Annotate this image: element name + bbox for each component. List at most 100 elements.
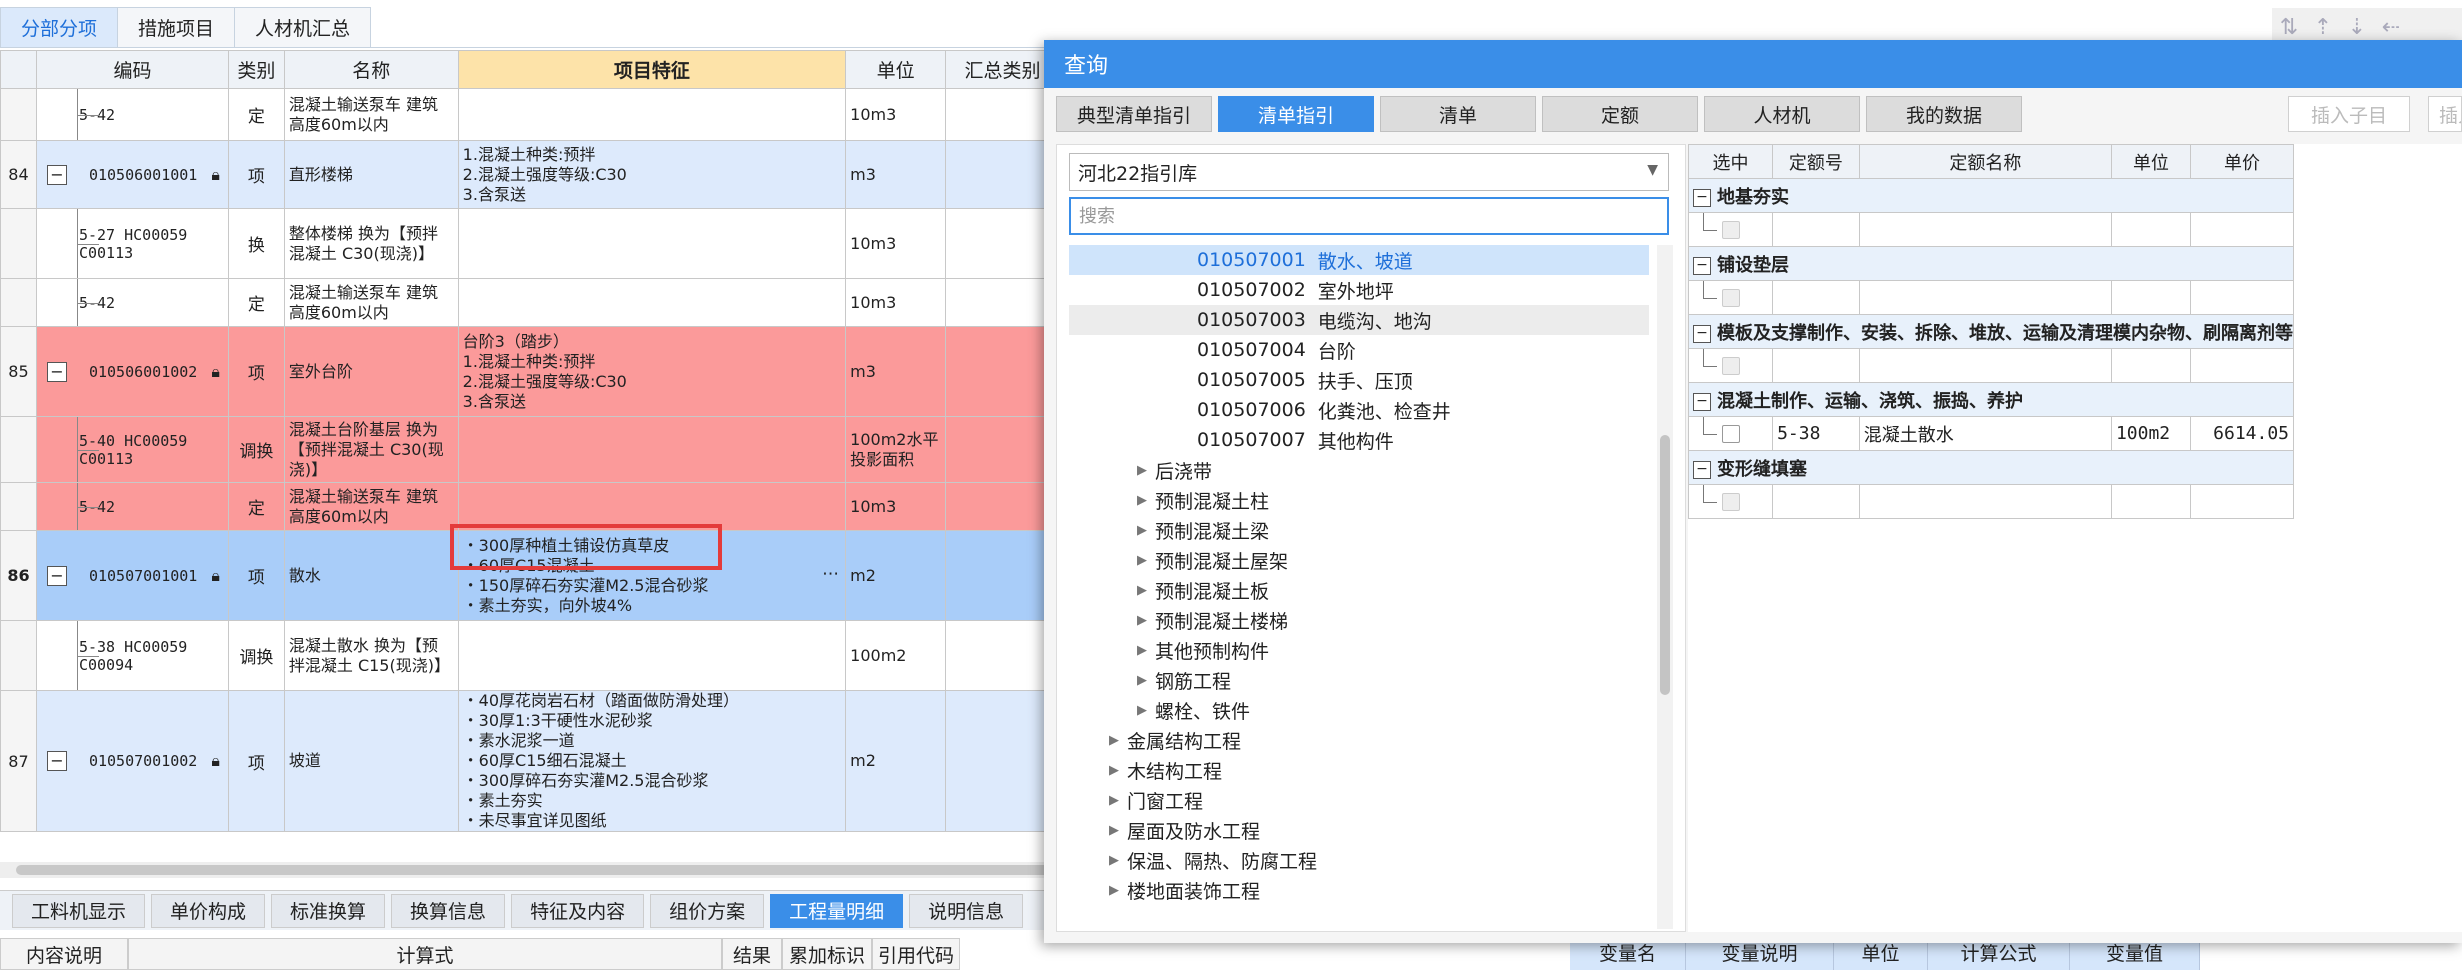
row-unit[interactable]: 100m2 xyxy=(845,620,947,691)
collapse-icon[interactable]: − xyxy=(1693,256,1711,275)
col-unit[interactable]: 单位 xyxy=(845,50,947,89)
code-cell[interactable]: − 010507001002 🔒︎ xyxy=(35,690,229,832)
row-name[interactable]: 混凝土输送泵车 建筑高度60m以内 xyxy=(283,278,459,327)
tree-item[interactable]: ▶ 后浇带 xyxy=(1069,455,1649,485)
feature-cell[interactable] xyxy=(457,278,847,327)
feature-cell[interactable] xyxy=(457,620,847,691)
tree-item[interactable]: 010507007 其他构件 xyxy=(1069,425,1649,455)
row-unit[interactable]: m2 xyxy=(845,690,947,832)
tree-item[interactable]: ▶ 预制混凝土梁 xyxy=(1069,515,1649,545)
insert-subitem-button[interactable]: 插入子目 xyxy=(2288,96,2411,132)
row-kind[interactable]: 换 xyxy=(227,208,285,279)
bottom-tab[interactable]: 标准换算 xyxy=(271,893,386,928)
expand-arrow-icon[interactable]: ▶ xyxy=(1137,493,1155,508)
tree-item[interactable]: ▶ 保温、隔热、防腐工程 xyxy=(1069,845,1649,875)
sort-icon[interactable]: ⇅ xyxy=(2278,17,2300,39)
feature-cell[interactable]: 台阶3（踏步） 1.混凝土种类:预拌 2.混凝土强度等级:C30 3.含泵送 xyxy=(457,326,847,417)
row-summary[interactable] xyxy=(945,208,1060,279)
select-checkbox[interactable] xyxy=(1721,493,1740,511)
tab-rencaiji[interactable]: 人材机汇总 xyxy=(234,7,372,47)
select-cell[interactable] xyxy=(1687,348,1774,383)
collapse-icon[interactable]: − xyxy=(46,361,67,382)
row-unit[interactable]: 10m3 xyxy=(845,88,947,141)
row-unit[interactable]: m2 xyxy=(845,530,947,621)
move-down-icon[interactable]: ⇣ xyxy=(2346,17,2368,39)
library-select[interactable]: 河北22指引库 ▼ xyxy=(1069,153,1669,191)
select-checkbox[interactable] xyxy=(1721,425,1740,443)
bottom-tab[interactable]: 组价方案 xyxy=(650,893,765,928)
group-row[interactable]: − 铺设垫层 xyxy=(1688,246,2294,281)
row-unit[interactable]: m3 xyxy=(845,140,947,209)
row-summary[interactable] xyxy=(945,620,1060,691)
tree-item[interactable]: 010507001 散水、坡道 xyxy=(1069,245,1649,275)
expand-arrow-icon[interactable]: ▶ xyxy=(1137,583,1155,598)
row-name[interactable]: 坡道 xyxy=(283,690,459,832)
col-summary[interactable]: 汇总类别 xyxy=(945,50,1060,89)
table-row[interactable]: 5-40 HC00059 C00113 调换 混凝土台阶基层 换为【预拌混凝土 C3… xyxy=(0,416,1060,483)
dialog-tab[interactable]: 典型清单指引 xyxy=(1056,96,1212,132)
tree-item[interactable]: ▶ 预制混凝土板 xyxy=(1069,575,1649,605)
collapse-icon[interactable]: − xyxy=(46,751,67,771)
row-kind[interactable]: 调换 xyxy=(227,620,285,691)
row-kind[interactable]: 调换 xyxy=(227,416,285,483)
row-summary[interactable] xyxy=(945,140,1060,209)
row-summary[interactable] xyxy=(945,88,1060,141)
tree-item[interactable]: 010507004 台阶 xyxy=(1069,335,1649,365)
expand-arrow-icon[interactable]: ▶ xyxy=(1137,703,1155,718)
expand-arrow-icon[interactable]: ▶ xyxy=(1109,853,1127,868)
quota-row[interactable] xyxy=(1687,280,2295,315)
tab-fenbu[interactable]: 分部分项 xyxy=(0,7,119,47)
feature-cell[interactable] xyxy=(457,88,847,141)
row-kind[interactable]: 项 xyxy=(227,140,285,209)
row-summary[interactable] xyxy=(945,326,1060,417)
group-row[interactable]: − 地基夯实 xyxy=(1688,178,2294,213)
bottom-tab[interactable]: 工料机显示 xyxy=(12,893,146,928)
move-up-icon[interactable]: ⇡ xyxy=(2312,17,2334,39)
dialog-tab[interactable]: 我的数据 xyxy=(1866,96,2022,132)
expand-arrow-icon[interactable]: ▶ xyxy=(1137,673,1155,688)
tree-item[interactable]: ▶ 预制混凝土屋架 xyxy=(1069,545,1649,575)
code-cell[interactable]: − 010507001001 🔒︎ xyxy=(35,530,229,621)
row-kind[interactable]: 项 xyxy=(227,530,285,621)
row-name[interactable]: 室外台阶 xyxy=(283,326,459,417)
tree-item[interactable]: ▶ 螺栓、铁件 xyxy=(1069,695,1649,725)
feature-cell[interactable] xyxy=(457,416,847,483)
qcol-name[interactable]: 定额名称 xyxy=(1858,144,2112,179)
group-cell[interactable]: − 地基夯实 xyxy=(1688,178,2294,213)
row-summary[interactable] xyxy=(945,278,1060,327)
tree-item[interactable]: 010507006 化粪池、检查井 xyxy=(1069,395,1649,425)
code-cell[interactable]: 5-38 HC00059 C00094 xyxy=(35,620,229,691)
collapse-icon[interactable]: − xyxy=(1693,324,1711,343)
tree-item[interactable]: ▶ 钢筋工程 xyxy=(1069,665,1649,695)
tree-item[interactable]: ▶ 其他预制构件 xyxy=(1069,635,1649,665)
row-kind[interactable]: 项 xyxy=(227,326,285,417)
table-row[interactable]: 85− 010506001002 🔒︎ 项室外台阶 台阶3（踏步） 1.混凝土种类:预拌… xyxy=(0,326,1060,417)
collapse-icon[interactable]: − xyxy=(46,565,67,586)
row-kind[interactable]: 项 xyxy=(227,690,285,832)
table-row[interactable]: 84− 010506001001 🔒︎ 项直形楼梯 1.混凝土种类:预拌 2.混凝土强度… xyxy=(0,140,1060,209)
code-cell[interactable]: 5-42 xyxy=(35,88,229,141)
insert-button[interactable]: 插入 xyxy=(2428,96,2462,132)
quota-row[interactable] xyxy=(1687,348,2295,383)
table-row[interactable]: 87− 010507001002 🔒︎ 项坡道 ・40厚花岗岩石材（踏面做防滑处理） ・… xyxy=(0,690,1060,832)
quota-row[interactable] xyxy=(1687,484,2295,519)
expand-arrow-icon[interactable]: ▶ xyxy=(1137,613,1155,628)
row-summary[interactable] xyxy=(945,416,1060,483)
table-row[interactable]: 5-27 HC00059 C00113 换整体楼梯 换为【预拌混凝土 C30(现浇… xyxy=(0,208,1060,279)
scroll-thumb[interactable] xyxy=(16,865,1056,875)
row-name[interactable]: 混凝土台阶基层 换为【预拌混凝土 C30(现浇)】 xyxy=(283,416,459,483)
tree-item[interactable]: 010507002 室外地坪 xyxy=(1069,275,1649,305)
quota-row[interactable]: 5-38 混凝土散水 100m2 6614.05 xyxy=(1687,416,2295,451)
tree-item[interactable]: 010507005 扶手、压顶 xyxy=(1069,365,1649,395)
tree-scroll-thumb[interactable] xyxy=(1660,435,1670,695)
col-feature[interactable]: 项目特征 xyxy=(457,50,847,89)
expand-arrow-icon[interactable]: ▶ xyxy=(1109,823,1127,838)
dialog-tab[interactable]: 定额 xyxy=(1542,96,1698,132)
dialog-tab[interactable]: 人材机 xyxy=(1704,96,1860,132)
table-row[interactable]: 5-42 定混凝土输送泵车 建筑高度60m以内 10m3 xyxy=(0,88,1060,141)
collapse-icon[interactable]: − xyxy=(1693,188,1711,207)
row-summary[interactable] xyxy=(945,690,1060,832)
qcol-select[interactable]: 选中 xyxy=(1687,144,1774,179)
row-name[interactable]: 混凝土散水 换为【预拌混凝土 C15(现浇)】 xyxy=(283,620,459,691)
row-unit[interactable]: 100m2水平投影面积 xyxy=(845,416,947,483)
